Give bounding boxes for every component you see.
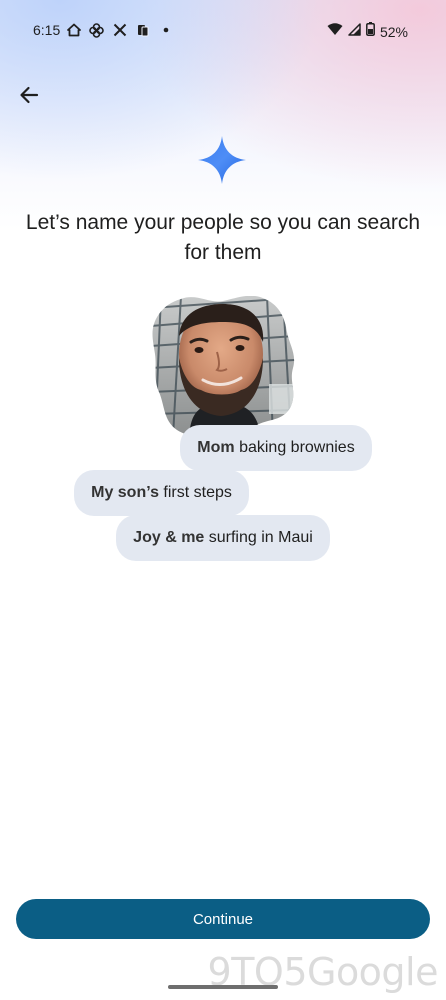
battery-percentage: 52% [379,23,408,40]
status-time: 6:15 [33,22,61,38]
person-face-photo [151,295,295,436]
cell-signal-icon [348,22,361,41]
chip-bold-text: Mom [197,439,235,456]
home-icon [66,22,81,38]
chip-text: baking brownies [234,439,355,456]
example-chip-joy: Joy & me surfing in Maui [116,515,330,561]
chip-text: first steps [158,484,232,501]
battery-icon [366,22,375,41]
continue-button[interactable]: Continue [16,899,430,939]
example-chip-son: My son’s first steps [74,470,249,516]
arrow-left-icon [20,86,39,104]
system-status-icons: 52% [327,22,408,41]
home-indicator[interactable] [168,985,278,989]
chip-text: surfing in Maui [204,529,313,546]
example-chip-mom: Mom baking brownies [180,425,372,471]
notification-icons [66,22,173,38]
status-bar: 6:15 52% [0,0,446,62]
chip-bold-text: Joy & me [133,529,205,546]
pinwheel-icon [89,22,104,38]
page-title: Let’s name your people so you can search… [25,211,421,264]
wifi-icon [327,22,343,41]
x-icon [112,22,127,38]
chip-bold-text: My son’s [91,484,159,501]
gemini-sparkle-icon [198,136,246,184]
dot-icon [158,22,173,38]
cards-icon [135,22,150,38]
back-button[interactable] [14,80,44,110]
